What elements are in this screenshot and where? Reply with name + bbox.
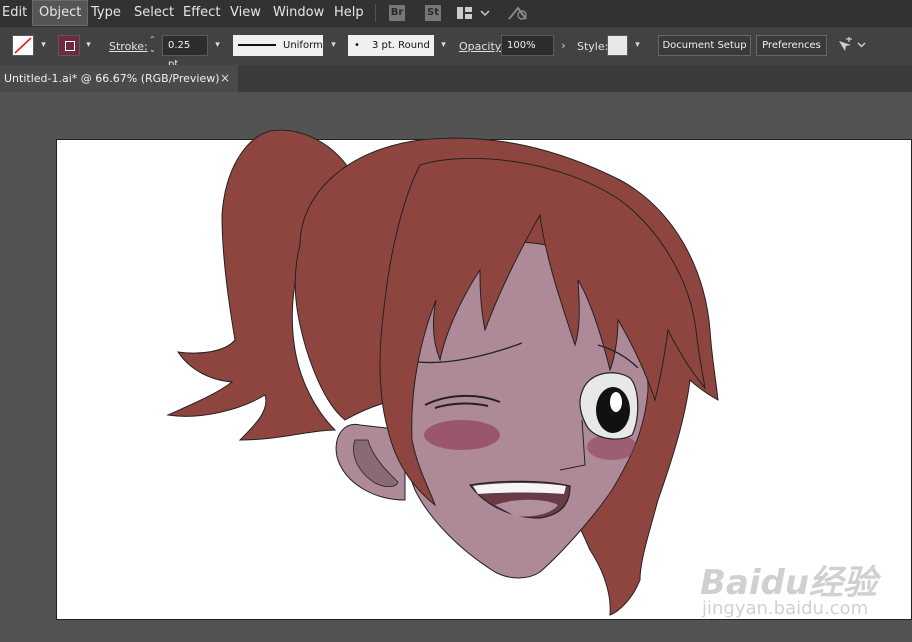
style-chevron-icon[interactable]: ▾ <box>630 35 645 56</box>
profile-chevron-icon[interactable]: ▾ <box>326 35 341 56</box>
tab-untitled-1[interactable]: Untitled-1.ai* @ 66.67% (RGB/Preview) × <box>0 65 238 92</box>
brush-definition[interactable]: • 3 pt. Round <box>348 35 434 56</box>
fill-swatch[interactable] <box>12 35 34 56</box>
bridge-icon[interactable]: Br <box>389 5 405 21</box>
menu-effect[interactable]: Effect <box>183 0 220 26</box>
document-setup-button[interactable]: Document Setup <box>658 35 751 56</box>
profile-label: Uniform <box>283 40 323 51</box>
stroke-weight-field[interactable]: 0.25 pt <box>162 35 208 70</box>
isolate-selection-icon[interactable] <box>836 37 866 56</box>
menu-divider <box>375 4 376 22</box>
stroke-dropdown-chevron-icon[interactable]: ▾ <box>81 35 96 56</box>
menu-view[interactable]: View <box>230 0 261 26</box>
opacity-field[interactable]: 100% <box>501 35 554 56</box>
close-icon[interactable]: × <box>220 65 230 92</box>
control-bar: ▾ ▾ Stroke: ⌃⌄ 0.25 pt ▾ Uniform ▾ • 3 p… <box>0 26 912 70</box>
arrange-documents-icon[interactable] <box>456 6 490 24</box>
watermark-url: jingyan.baidu.com <box>702 598 869 619</box>
profile-line-icon <box>238 44 276 46</box>
stroke-label[interactable]: Stroke: <box>109 40 148 53</box>
gpu-performance-icon[interactable] <box>506 4 530 26</box>
opacity-chevron-right-icon[interactable]: › <box>556 35 571 56</box>
stock-icon[interactable]: St <box>425 5 441 21</box>
menu-bar: Edit Object Type Select Effect View Wind… <box>0 0 912 26</box>
style-label: Style: <box>577 40 609 53</box>
preferences-button[interactable]: Preferences <box>756 35 827 56</box>
brush-dot-icon: • <box>354 40 360 51</box>
menu-select[interactable]: Select <box>134 0 174 26</box>
menu-type[interactable]: Type <box>91 0 121 26</box>
document-tab-bar: Untitled-1.ai* @ 66.67% (RGB/Preview) × <box>0 65 912 92</box>
brush-label: 3 pt. Round <box>372 40 430 51</box>
fill-dropdown-chevron-icon[interactable]: ▾ <box>36 35 51 56</box>
opacity-label[interactable]: Opacity: <box>459 40 504 53</box>
stroke-weight-stepper-icon[interactable]: ⌃ ⌄ <box>149 35 156 55</box>
menu-help[interactable]: Help <box>334 0 364 26</box>
stroke-weight-chevron-icon[interactable]: ▾ <box>210 35 225 56</box>
artboard[interactable] <box>56 139 912 620</box>
stroke-swatch[interactable] <box>58 35 80 56</box>
menu-edit[interactable]: Edit <box>2 0 27 26</box>
menu-window[interactable]: Window <box>273 0 324 26</box>
tab-title: Untitled-1.ai* @ 66.67% (RGB/Preview) <box>4 72 220 85</box>
baidu-watermark: Baidu经验 <box>700 563 878 603</box>
graphic-style-swatch[interactable] <box>607 35 628 56</box>
brush-chevron-icon[interactable]: ▾ <box>436 35 451 56</box>
menu-object[interactable]: Object <box>32 0 89 26</box>
variable-width-profile[interactable]: Uniform <box>233 35 323 56</box>
